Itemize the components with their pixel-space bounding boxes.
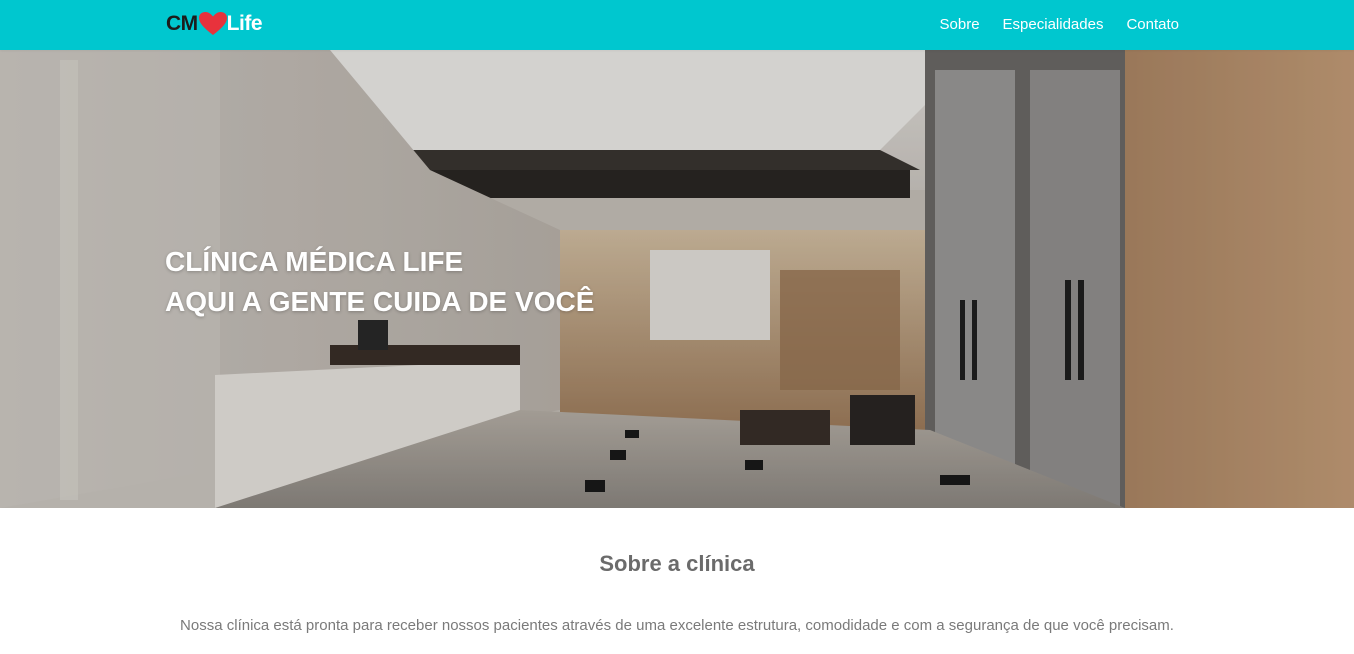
nav-link-contato[interactable]: Contato — [1126, 15, 1179, 35]
hero-heading: CLÍNICA MÉDICA LIFE AQUI A GENTE CUIDA D… — [165, 242, 594, 322]
logo-text-life: Life — [226, 12, 263, 35]
logo[interactable]: CM Life — [166, 11, 263, 37]
main-nav: Sobre Especialidades Contato — [940, 15, 1179, 35]
hero-banner: CLÍNICA MÉDICA LIFE AQUI A GENTE CUIDA D… — [0, 50, 1354, 508]
nav-link-sobre[interactable]: Sobre — [940, 15, 980, 35]
hero-heading-line2: AQUI A GENTE CUIDA DE VOCÊ — [165, 286, 595, 317]
top-navbar: CM Life Sobre Especialidades Contato — [0, 0, 1354, 50]
about-section-text: Nossa clínica está pronta para receber n… — [180, 617, 1174, 634]
heart-icon — [198, 11, 228, 37]
logo-text-cm: CM — [166, 12, 198, 35]
hero-heading-line1: CLÍNICA MÉDICA LIFE — [165, 246, 464, 277]
nav-link-especialidades[interactable]: Especialidades — [1003, 15, 1104, 35]
about-section-title: Sobre a clínica — [599, 551, 755, 576]
